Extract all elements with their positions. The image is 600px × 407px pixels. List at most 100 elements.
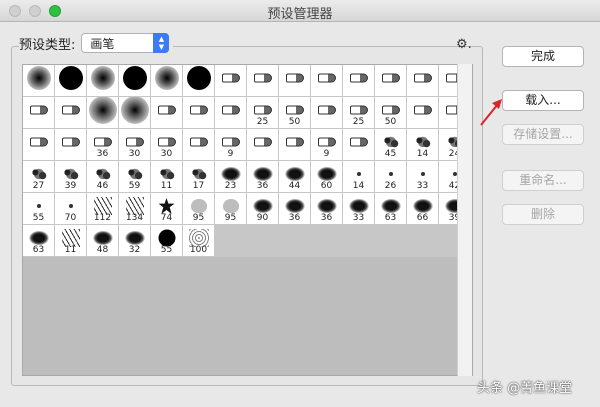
brush-preset[interactable] [119,97,150,128]
brush-preset[interactable]: 30 [151,129,182,160]
brush-preset[interactable]: 74 [151,193,182,224]
brush-preset[interactable]: 23 [215,161,246,192]
brush-gray-icon [222,199,239,214]
rename-button[interactable]: 重命名... [502,170,584,191]
brush-preset[interactable] [55,129,86,160]
brush-preset[interactable] [279,65,310,96]
brush-soft-icon [26,66,51,91]
brush-preset[interactable] [87,65,118,96]
brush-preset[interactable]: 30 [119,129,150,160]
watermark: 头条 @菁鱼课堂 [477,381,573,396]
brush-preset[interactable] [151,97,182,128]
brush-dot-icon [356,172,361,177]
brush-preset[interactable]: 90 [247,193,278,224]
brush-preset[interactable]: 44 [279,161,310,192]
brush-size-label: 11 [160,181,173,191]
brush-size-label: 14 [352,181,365,191]
brush-preset[interactable]: 9 [311,129,342,160]
brush-preset[interactable]: 59 [119,161,150,192]
load-button[interactable]: 载入... [502,90,584,111]
brush-preset[interactable]: 48 [87,225,118,256]
brush-preset[interactable]: 70 [55,193,86,224]
brush-tip-icon [317,105,336,115]
brush-preset[interactable] [407,97,438,128]
brush-tip-icon [413,105,432,115]
brush-preset[interactable]: 27 [23,161,54,192]
brush-preset[interactable]: 11 [151,161,182,192]
brush-preset[interactable]: 66 [407,193,438,224]
vertical-scrollbar[interactable] [457,64,472,376]
brush-tip-icon [221,105,240,115]
brush-preset[interactable]: 112 [87,193,118,224]
brush-preset[interactable]: 100 [183,225,214,256]
brush-preset[interactable]: 50 [375,97,406,128]
brush-preset[interactable]: 55 [23,193,54,224]
gear-icon[interactable]: ⚙. [456,37,472,52]
brush-size-label: 55 [160,245,173,255]
brush-preset[interactable] [183,97,214,128]
brush-preset[interactable]: 36 [87,129,118,160]
brush-size-label: 36 [96,149,109,159]
brush-preset[interactable]: 95 [215,193,246,224]
brush-preset[interactable]: 50 [279,97,310,128]
brush-preset[interactable] [215,97,246,128]
brush-preset[interactable]: 14 [407,129,438,160]
brush-preset[interactable] [247,65,278,96]
brush-preset[interactable] [23,129,54,160]
brush-preset[interactable]: 36 [247,161,278,192]
brush-preset[interactable]: 33 [407,161,438,192]
brush-preset[interactable]: 33 [343,193,374,224]
delete-button[interactable]: 删除 [502,204,584,225]
brush-preset[interactable] [183,129,214,160]
done-button[interactable]: 完成 [502,46,584,67]
brush-preset[interactable]: 32 [119,225,150,256]
brush-preset[interactable]: 36 [311,193,342,224]
preset-type-select[interactable]: 画笔 ▲ ▼ [81,33,170,53]
brush-dot-icon [388,172,393,177]
brush-size-label: 100 [189,245,208,255]
brush-preset-list[interactable]: 25 50 25 50 36 30 30 9 9 45 14 24 27 39 46 59 11 17 23 36 44… [22,64,473,376]
brush-preset[interactable] [407,65,438,96]
brush-preset[interactable]: 36 [279,193,310,224]
brush-preset[interactable] [151,65,182,96]
brush-preset[interactable] [343,65,374,96]
brush-size-label: 26 [384,181,397,191]
brush-gray-icon [190,199,207,214]
brush-preset[interactable] [311,65,342,96]
brush-tip-icon [317,73,336,83]
brush-preset[interactable] [183,65,214,96]
brush-preset[interactable]: 26 [375,161,406,192]
brush-preset[interactable]: 63 [23,225,54,256]
brush-preset[interactable]: 60 [311,161,342,192]
brush-preset[interactable] [119,65,150,96]
brush-blob-icon [283,166,306,183]
brush-preset[interactable] [311,97,342,128]
brush-preset[interactable]: 14 [343,161,374,192]
brush-preset[interactable]: 11 [55,225,86,256]
brush-preset[interactable]: 63 [375,193,406,224]
brush-blob-icon [347,198,370,215]
brush-preset[interactable] [23,97,54,128]
brush-preset[interactable]: 45 [375,129,406,160]
save-settings-button[interactable]: 存储设置... [502,124,584,145]
brush-preset[interactable]: 9 [215,129,246,160]
brush-size-label: 27 [32,181,45,191]
brush-preset[interactable] [279,129,310,160]
brush-preset[interactable] [247,129,278,160]
brush-preset[interactable] [343,129,374,160]
brush-preset[interactable] [23,65,54,96]
brush-preset[interactable] [87,97,118,128]
brush-preset[interactable]: 17 [183,161,214,192]
brush-preset[interactable]: 25 [343,97,374,128]
brush-preset[interactable] [55,65,86,96]
brush-preset[interactable] [55,97,86,128]
brush-preset[interactable]: 95 [183,193,214,224]
brush-preset[interactable] [215,65,246,96]
brush-preset[interactable]: 46 [87,161,118,192]
brush-preset[interactable]: 55 [151,225,182,256]
brush-tip-icon [381,73,400,83]
brush-preset[interactable]: 25 [247,97,278,128]
brush-preset[interactable] [375,65,406,96]
brush-preset[interactable]: 39 [55,161,86,192]
brush-preset[interactable]: 134 [119,193,150,224]
